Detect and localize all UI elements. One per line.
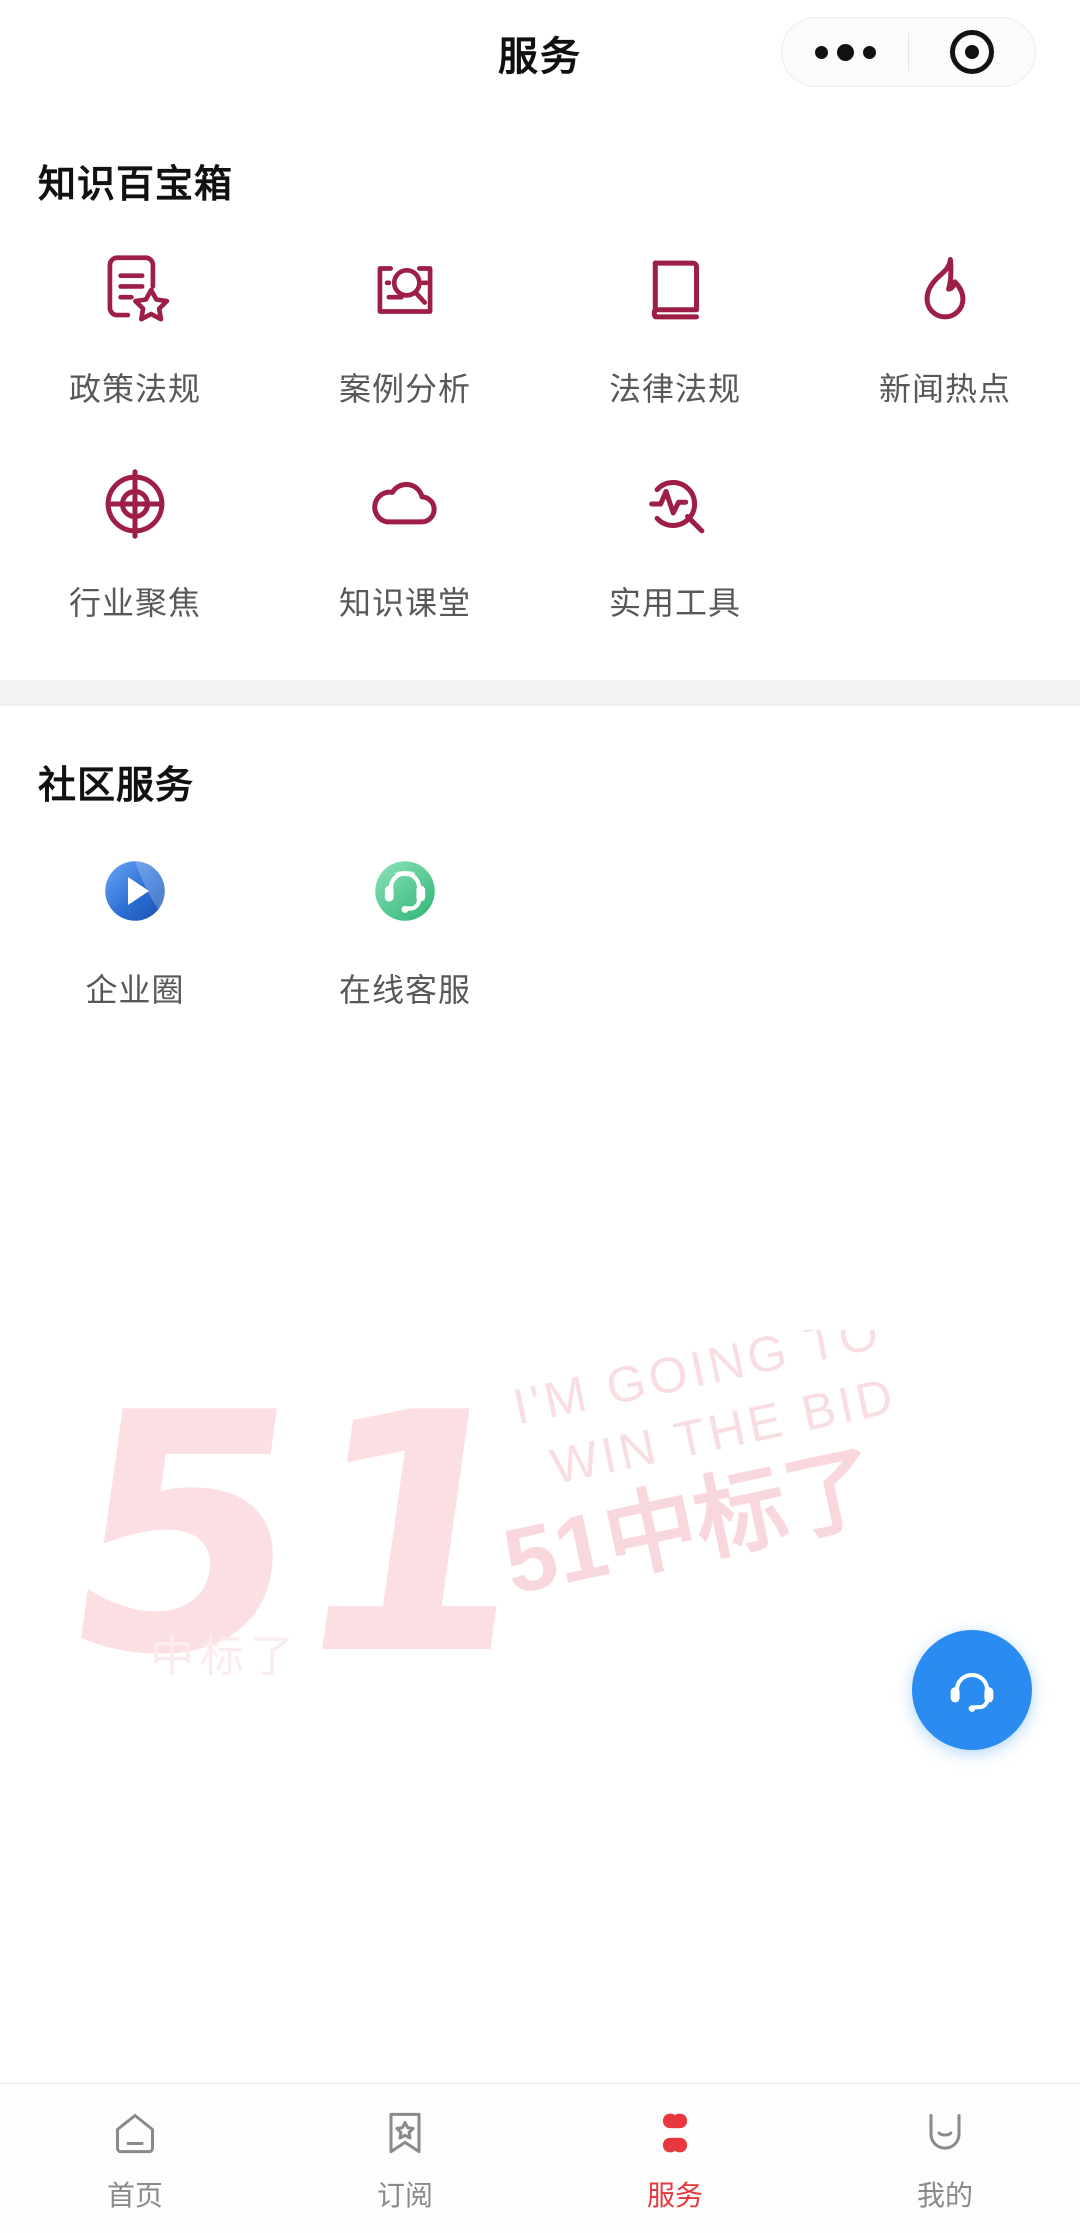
bottom-tab-bar: 首页 订阅 服务 我的 (0, 2083, 1080, 2233)
wechat-capsule-button[interactable] (781, 17, 1036, 87)
tab-label: 服务 (646, 2180, 703, 2211)
grid-item-label: 企业圈 (85, 972, 185, 1008)
icon-grid: 企业圈 在线客服 (0, 809, 1080, 1057)
target-circle-icon[interactable] (909, 30, 1035, 74)
grid-item-spacer (810, 456, 1080, 624)
tab-label: 首页 (106, 2180, 163, 2211)
bookmark-star-icon (377, 2102, 433, 2164)
mini-program-page: 服务 知识百宝箱 政策法规 案例分析 法律法规 新闻热点 行业聚焦 知识课堂 实… (0, 0, 1080, 2233)
section-community-services: 社区服务 企业圈 在线客服 (0, 706, 1080, 1067)
grid-item-label: 新闻热点 (878, 371, 1011, 407)
grid-item-label: 案例分析 (338, 371, 471, 407)
grid-item-label: 在线客服 (338, 972, 471, 1008)
watermark-line-3: 51中标了 (495, 1435, 887, 1615)
grid-item-label: 行业聚焦 (68, 585, 201, 621)
background-watermark: 51 中标了 I'M GOING TO WIN THE BID 51中标了 (0, 1330, 1080, 1890)
customer-service-icon (357, 843, 453, 939)
section-title: 知识百宝箱 (38, 164, 234, 206)
grid-item-label: 知识课堂 (338, 585, 471, 621)
section-knowledge-box: 知识百宝箱 政策法规 案例分析 法律法规 新闻热点 行业聚焦 知识课堂 实用工具 (0, 105, 1080, 680)
watermark-line-2: WIN THE BID (546, 1367, 902, 1495)
headset-support-icon (950, 1672, 994, 1712)
cloud-icon (357, 456, 453, 552)
user-smile-icon (917, 2102, 973, 2164)
watermark-logo-sub: 中标了 (150, 1632, 300, 1681)
grid-item-label: 政策法规 (68, 371, 201, 407)
tab-subscribe[interactable]: 订阅 (270, 2102, 540, 2214)
section-divider (0, 680, 1080, 706)
grid-item-news-hotspot[interactable]: 新闻热点 (810, 242, 1080, 410)
page-title: 服务 (498, 34, 582, 79)
tab-services[interactable]: 服务 (540, 2102, 810, 2214)
grid-item-online-service[interactable]: 在线客服 (270, 843, 540, 1011)
crosshair-target-icon (87, 456, 183, 552)
icon-grid: 政策法规 案例分析 法律法规 新闻热点 行业聚焦 知识课堂 实用工具 (0, 208, 1080, 670)
tab-home[interactable]: 首页 (0, 2102, 270, 2214)
grid-item-industry-focus[interactable]: 行业聚焦 (0, 456, 270, 624)
tab-label: 订阅 (376, 2180, 433, 2211)
book-icon (627, 242, 723, 338)
grid-item-policy-regulations[interactable]: 政策法规 (0, 242, 270, 410)
watermark-line-1: I'M GOING TO (508, 1330, 887, 1436)
grid-flower-icon (646, 2102, 704, 2164)
image-search-icon (357, 242, 453, 338)
grid-item-knowledge-class[interactable]: 知识课堂 (270, 456, 540, 624)
document-star-icon (87, 242, 183, 338)
floating-customer-service-button[interactable] (912, 1630, 1032, 1750)
section-title: 社区服务 (38, 765, 195, 807)
grid-item-practical-tools[interactable]: 实用工具 (540, 456, 810, 624)
grid-item-label: 法律法规 (608, 371, 741, 407)
grid-item-label: 实用工具 (608, 585, 741, 621)
grid-item-enterprise-circle[interactable]: 企业圈 (0, 843, 270, 1011)
grid-item-laws-regulations[interactable]: 法律法规 (540, 242, 810, 410)
tab-mine[interactable]: 我的 (810, 2102, 1080, 2214)
watermark-logo: 51 (43, 1343, 557, 1727)
tab-label: 我的 (916, 2180, 973, 2211)
home-icon (107, 2102, 163, 2164)
flame-icon (897, 242, 993, 338)
more-dots-icon[interactable] (782, 43, 908, 61)
pulse-search-icon (627, 456, 723, 552)
enterprise-circle-icon (87, 843, 183, 939)
page-header: 服务 (0, 0, 1080, 105)
grid-item-case-analysis[interactable]: 案例分析 (270, 242, 540, 410)
